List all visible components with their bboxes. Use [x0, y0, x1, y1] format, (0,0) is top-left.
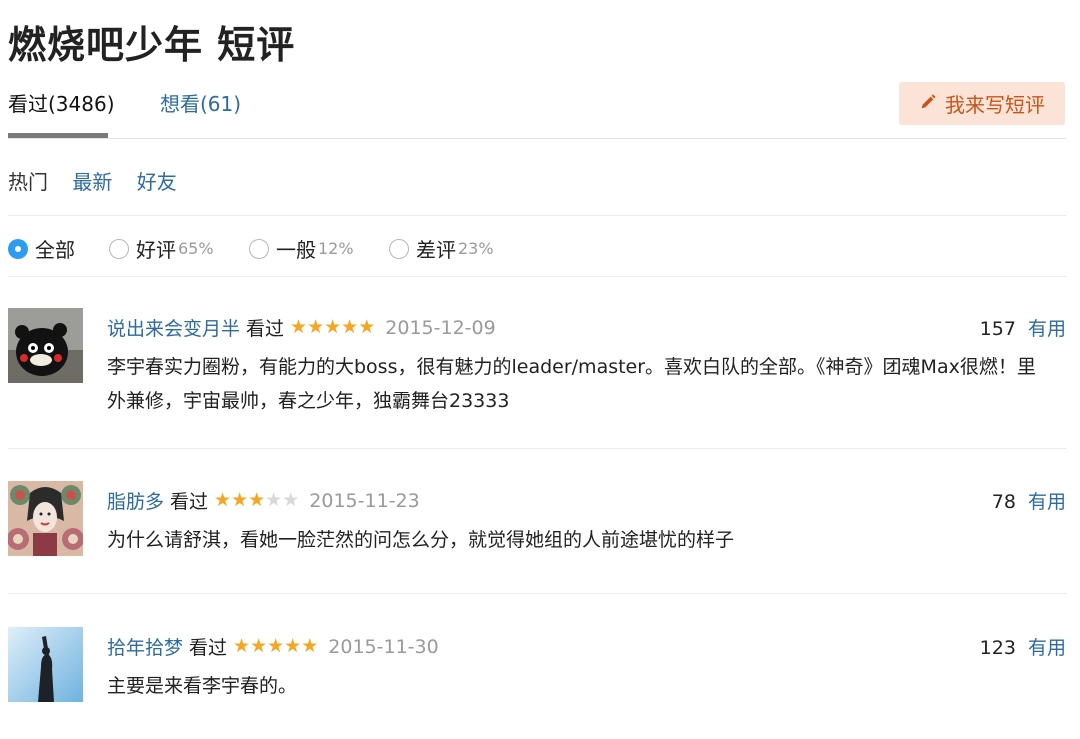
- divider: [8, 138, 1066, 139]
- comment-item: 脂肪多 看过 ★ ★ ★ ★ ★ 2015-11-23 78 有用 为什么请舒淇，看她一…: [8, 481, 1066, 561]
- vote-count: 157: [979, 318, 1016, 340]
- star-icon: ★: [214, 489, 232, 511]
- tab-watched[interactable]: 看过(3486): [8, 88, 115, 117]
- star-icon: ★: [267, 635, 285, 657]
- filter-good-label: 好评: [136, 238, 176, 262]
- star-icon: ★: [307, 316, 325, 338]
- radio-icon[interactable]: [109, 238, 129, 259]
- star-icon: ★: [301, 635, 319, 657]
- comment-date: 2015-11-30: [328, 635, 439, 658]
- star-icon: ★: [341, 316, 359, 338]
- comment-text: 主要是来看李宇春的。: [107, 675, 298, 697]
- filter-neutral-percent: 12%: [318, 239, 354, 258]
- star-icon: ★: [265, 489, 283, 511]
- star-icon: ★: [358, 316, 376, 338]
- star-icon: ★: [324, 316, 342, 338]
- divider: [8, 448, 1066, 449]
- sort-options: 热门 最新 好友: [8, 166, 195, 195]
- tab-want-to-watch[interactable]: 想看(61): [160, 88, 241, 117]
- vote-count: 78: [991, 491, 1016, 513]
- radio-checked-icon[interactable]: [8, 238, 28, 259]
- avatar[interactable]: [8, 481, 83, 556]
- comment-status: 看过: [246, 318, 285, 340]
- sort-friends[interactable]: 好友: [137, 170, 177, 194]
- comment-item: 说出来会变月半 看过 ★ ★ ★ ★ ★ 2015-12-09 157 有用 李宇春实力…: [8, 308, 1066, 428]
- write-review-button[interactable]: 我来写短评: [899, 82, 1065, 125]
- star-icon: ★: [248, 489, 266, 511]
- vote-count: 123: [979, 637, 1016, 659]
- star-icon: ★: [290, 316, 308, 338]
- comment-text: 为什么请舒淇，看她一脸茫然的问怎么分，就觉得她组的人前途堪忧的样子: [107, 529, 735, 551]
- star-icon: ★: [250, 635, 268, 657]
- star-icon: ★: [231, 489, 249, 511]
- comment-username[interactable]: 说出来会变月半: [107, 314, 240, 341]
- divider: [8, 215, 1066, 216]
- rating-stars: ★ ★ ★ ★ ★: [214, 491, 299, 510]
- rating-stars: ★ ★ ★ ★ ★: [290, 318, 375, 337]
- comment-text: 李宇春实力圈粉，有能力的大boss，很有魅力的leader/master。喜欢白…: [107, 356, 1036, 412]
- filter-bad-percent: 23%: [458, 239, 494, 258]
- comment-item: 拾年拾梦 看过 ★ ★ ★ ★ ★ 2015-11-30 123 有用 主要是来看李宇春…: [8, 627, 1066, 707]
- comment-date: 2015-11-23: [309, 489, 420, 512]
- useful-button[interactable]: 有用: [1028, 491, 1066, 513]
- radio-icon[interactable]: [389, 238, 409, 259]
- rating-stars: ★ ★ ★ ★ ★: [233, 637, 318, 656]
- filter-all[interactable]: 全部: [8, 234, 75, 263]
- page-title: 燃烧吧少年 短评: [8, 23, 296, 67]
- comment-status: 看过: [189, 637, 228, 659]
- avatar[interactable]: [8, 627, 83, 702]
- write-review-label: 我来写短评: [945, 93, 1045, 117]
- filter-good-percent: 65%: [178, 239, 214, 258]
- sort-latest[interactable]: 最新: [72, 170, 112, 194]
- comment-username[interactable]: 拾年拾梦: [107, 633, 183, 660]
- useful-button[interactable]: 有用: [1028, 318, 1066, 340]
- sort-hot[interactable]: 热门: [8, 170, 48, 194]
- filter-bad-label: 差评: [416, 238, 456, 262]
- radio-icon[interactable]: [249, 238, 269, 259]
- star-icon: ★: [233, 635, 251, 657]
- filter-all-label: 全部: [35, 238, 75, 262]
- useful-button[interactable]: 有用: [1028, 637, 1066, 659]
- filter-neutral-label: 一般: [276, 238, 316, 262]
- comment-date: 2015-12-09: [385, 316, 496, 339]
- filter-neutral[interactable]: 一般 12%: [249, 234, 354, 263]
- pencil-icon: [919, 92, 937, 116]
- comment-username[interactable]: 脂肪多: [107, 487, 164, 514]
- filter-good[interactable]: 好评 65%: [109, 234, 214, 263]
- comment-status: 看过: [170, 491, 209, 513]
- filter-bad[interactable]: 差评 23%: [389, 234, 494, 263]
- divider: [8, 276, 1066, 277]
- star-icon: ★: [284, 635, 302, 657]
- divider: [8, 593, 1066, 594]
- avatar[interactable]: [8, 308, 83, 383]
- star-icon: ★: [282, 489, 300, 511]
